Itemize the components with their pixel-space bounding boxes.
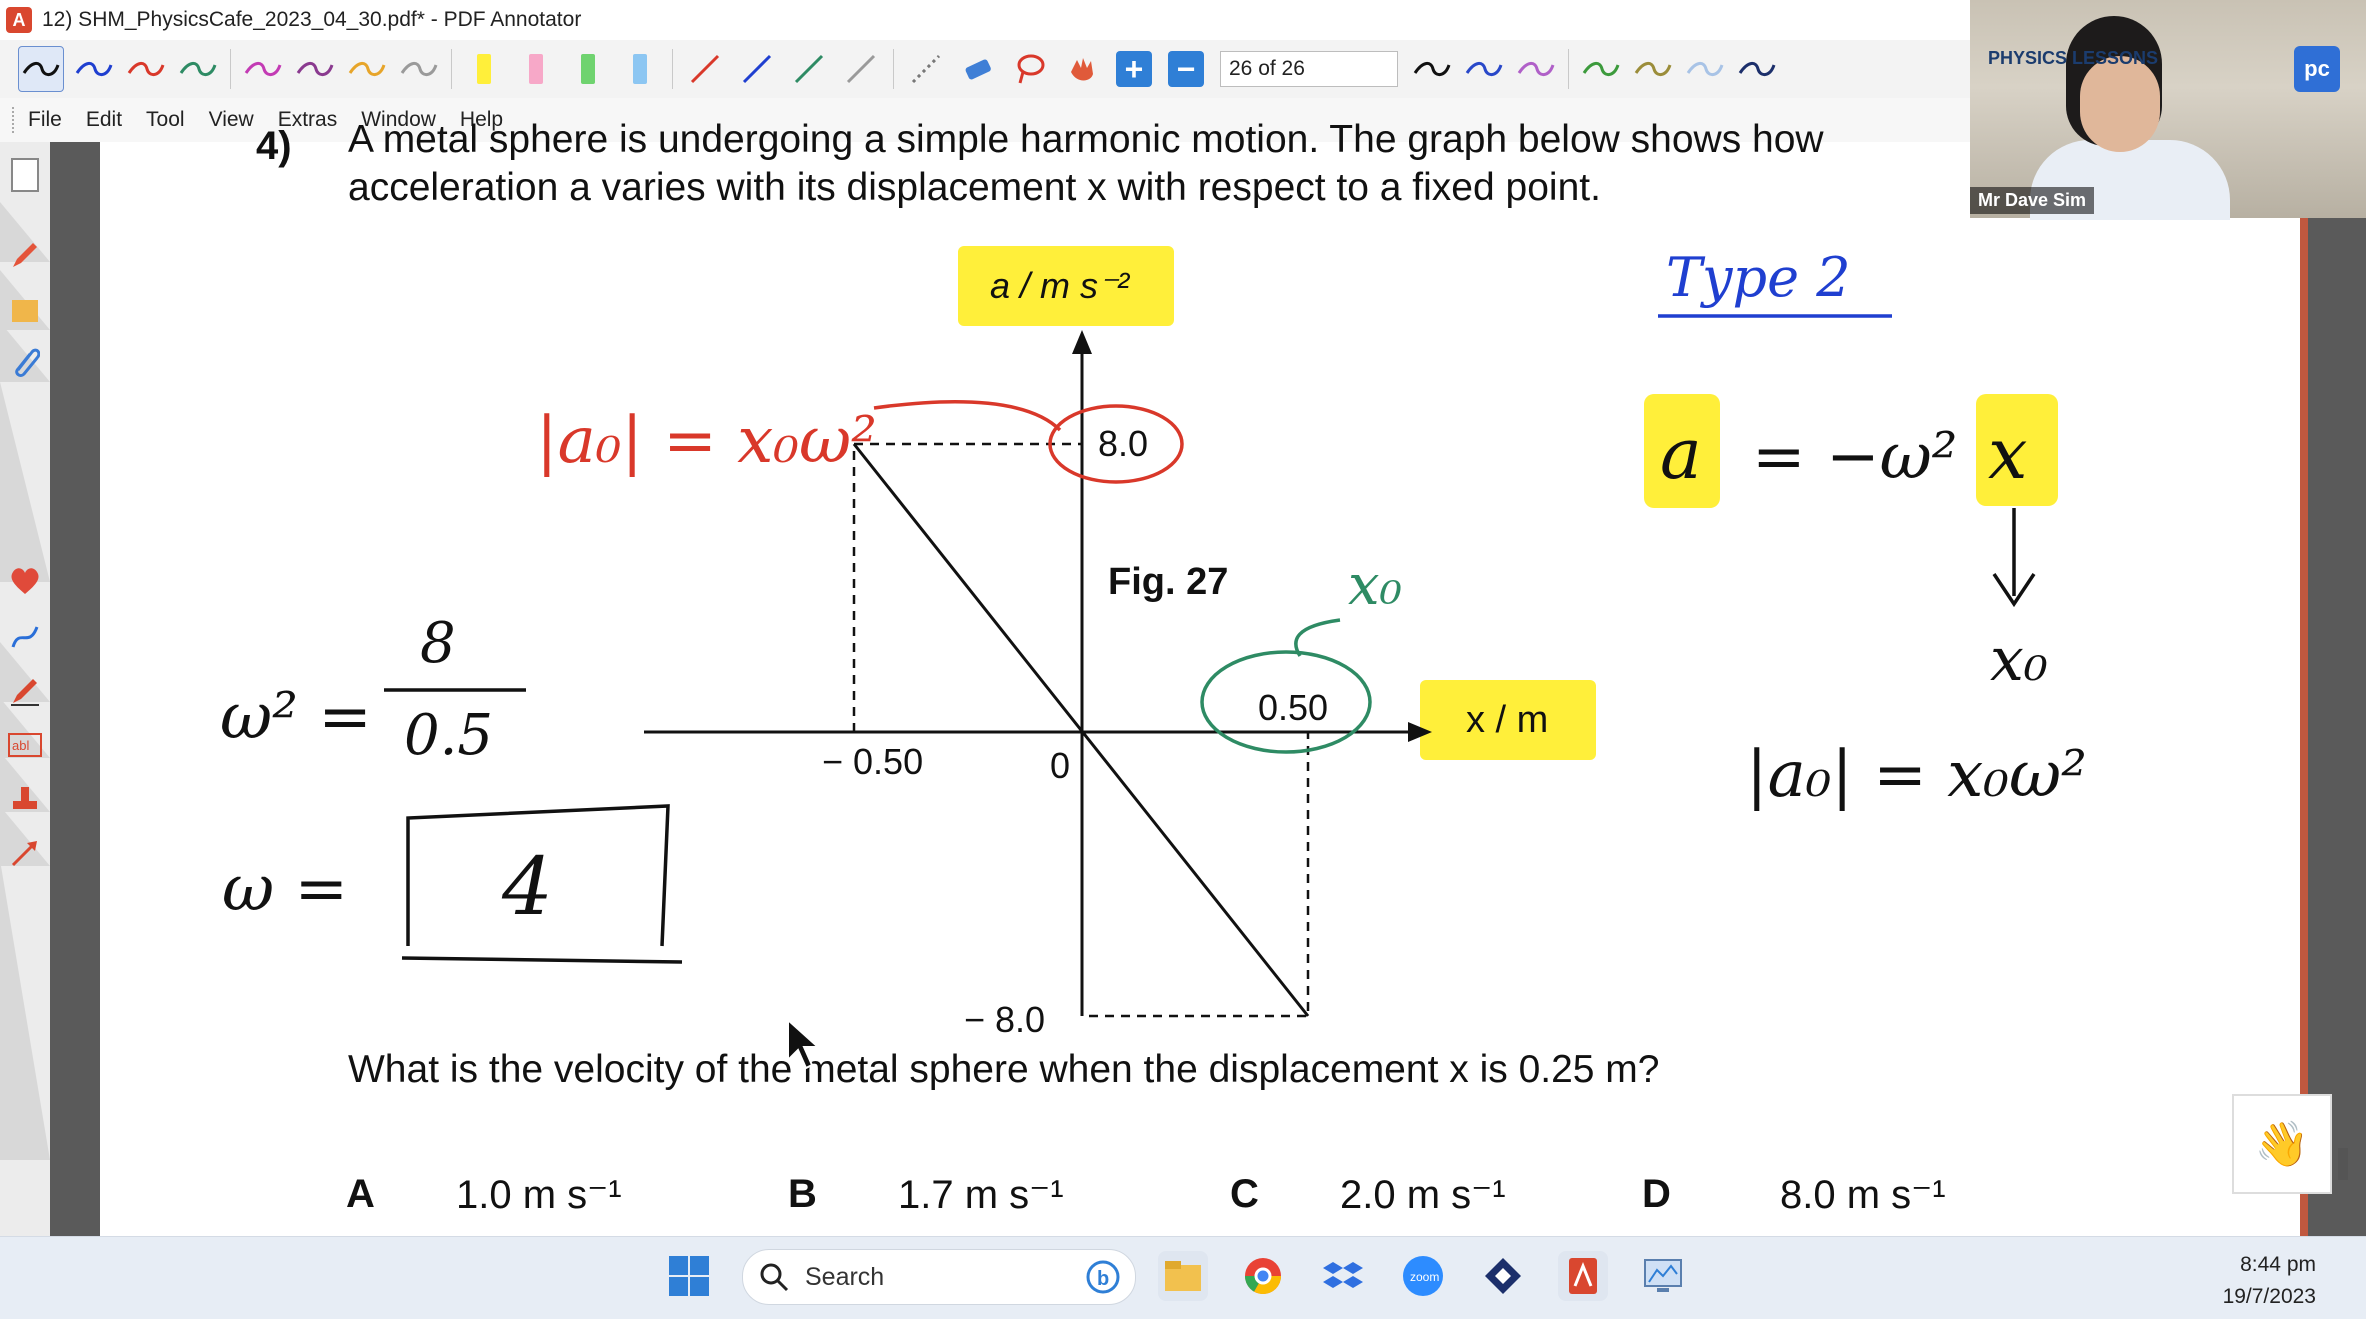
tick-x-left: − 0.50 <box>822 741 923 782</box>
fraction-denominator: 0.5 <box>404 703 493 768</box>
physics-lessons-logo: PHYSICS LESSONS <box>1988 48 2159 68</box>
y-axis-arrow <box>1072 330 1092 354</box>
fraction-numerator: 8 <box>420 611 456 676</box>
y-axis-label: a / m s⁻² <box>990 265 1131 306</box>
taskbar-search[interactable]: Search b <box>742 1249 1136 1305</box>
file-explorer-icon[interactable] <box>1158 1251 1208 1301</box>
eq-rest: = −ω² <box>1752 420 1957 494</box>
svg-text:zoom: zoom <box>1410 1270 1439 1284</box>
omega-value: 4 <box>501 840 553 933</box>
chrome-icon[interactable] <box>1238 1251 1288 1301</box>
eq-a: a <box>1660 413 1702 495</box>
clock-time: 8:44 pm <box>2240 1253 2316 1276</box>
dropbox-icon[interactable] <box>1318 1251 1368 1301</box>
search-icon <box>760 1263 789 1292</box>
mouse-cursor-icon <box>787 1017 821 1070</box>
search-label: Search <box>805 1262 885 1291</box>
green-connector <box>1294 618 1341 657</box>
green-x0-label: x₀ <box>1348 553 1402 618</box>
taskbar: Search b zoom 8:44 pm 19/7/2023 <box>0 1236 2366 1319</box>
pdf-annotator-taskbar-icon[interactable] <box>1558 1251 1608 1301</box>
tick-x-right: 0.50 <box>1258 687 1328 728</box>
x0-label: x₀ <box>1990 625 2048 695</box>
physics-cafe-badge-icon: pc <box>2294 46 2340 92</box>
amplitude-formula: |a₀| = x₀ω² <box>1746 738 2087 812</box>
origin-label: 0 <box>1050 745 1070 786</box>
zoom-icon[interactable]: zoom <box>1398 1251 1448 1301</box>
figure-caption: Fig. 27 <box>1108 561 1228 603</box>
answer-underline <box>401 956 683 964</box>
tick-y-bottom: − 8.0 <box>964 999 1045 1040</box>
raise-hand-button[interactable]: 👋 <box>2232 1094 2332 1194</box>
vertical-scrollbar[interactable] <box>2338 1148 2348 1180</box>
webcam-overlay: PHYSICS LESSONS pc Mr Dave Sim <box>1970 0 2366 220</box>
presenter-face <box>2080 56 2160 152</box>
waving-hand-icon: 👋 <box>2254 1120 2310 1169</box>
type-label: Type 2 <box>1666 246 1851 309</box>
omega-equals: ω = <box>222 852 348 926</box>
monitor-app-icon[interactable] <box>1638 1251 1688 1301</box>
clock-date: 19/7/2023 <box>2222 1285 2316 1308</box>
sync-app-icon[interactable] <box>1478 1251 1528 1301</box>
omega-squared: ω² = <box>220 680 372 754</box>
tick-y-top: 8.0 <box>1098 423 1148 464</box>
x-axis-label: x / m <box>1466 699 1548 741</box>
eq-x: x <box>1988 413 2027 495</box>
presenter-name: Mr Dave Sim <box>1970 187 2095 214</box>
red-formula: |a₀| = x₀ω² <box>536 404 877 478</box>
system-clock[interactable]: 8:44 pm 19/7/2023 <box>2223 1249 2316 1313</box>
red-connector <box>873 399 1062 432</box>
bing-icon[interactable]: b <box>1085 1259 1121 1295</box>
svg-text:b: b <box>1097 1268 1109 1290</box>
windows-start-icon[interactable] <box>664 1251 714 1301</box>
